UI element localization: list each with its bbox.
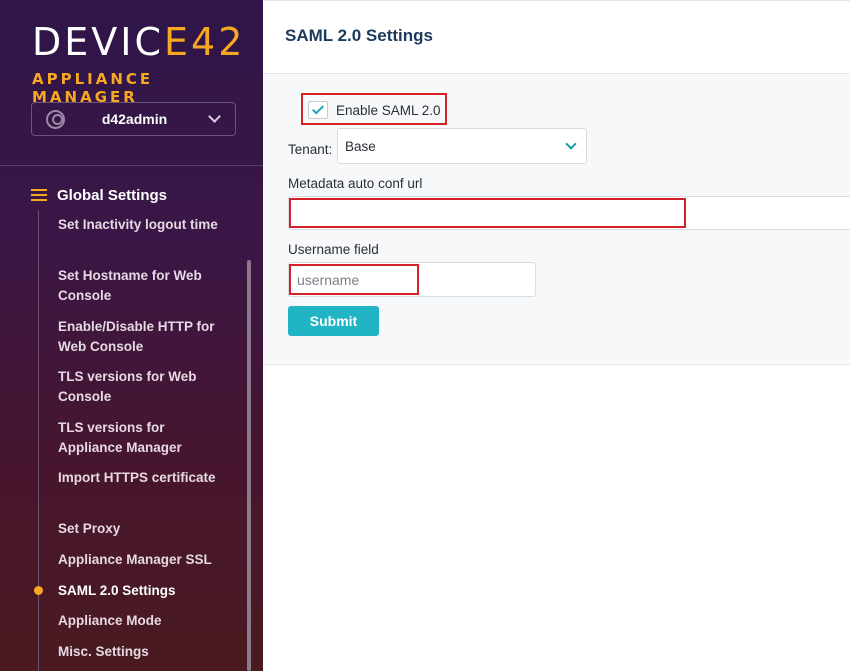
sidebar-item-set-proxy[interactable]: Set Proxy <box>58 519 218 539</box>
device42-logo: DEVICE42 <box>32 20 246 64</box>
enable-saml-checkbox[interactable] <box>308 101 328 119</box>
enable-saml-label: Enable SAML 2.0 <box>336 103 441 118</box>
chevron-down-icon <box>565 138 577 150</box>
page-title: SAML 2.0 Settings <box>285 26 433 45</box>
sidebar: DEVICE42 APPLIANCE MANAGER d42admin Glob… <box>0 0 263 671</box>
highlight-username-field <box>289 264 419 295</box>
sidebar-item-appliance-mode[interactable]: Appliance Mode <box>58 611 218 631</box>
sidebar-section-global-settings[interactable]: Global Settings <box>31 186 167 204</box>
metadata-url-label: Metadata auto conf url <box>288 176 423 191</box>
sidebar-item-misc-settings[interactable]: Misc. Settings <box>58 642 218 662</box>
sidebar-item-saml-settings[interactable]: SAML 2.0 Settings <box>58 581 218 601</box>
active-indicator-dot <box>34 586 43 595</box>
user-menu[interactable]: d42admin <box>31 102 236 136</box>
sidebar-scrollbar[interactable] <box>247 260 251 671</box>
tree-line <box>38 210 39 671</box>
page-header: SAML 2.0 Settings <box>263 0 850 74</box>
sidebar-item-set-hostname[interactable]: Set Hostname for Web Console <box>58 266 218 306</box>
sidebar-divider <box>0 165 263 166</box>
tenant-select[interactable]: Base <box>337 128 587 164</box>
sidebar-item-import-https[interactable]: Import HTTPS certificate <box>58 468 218 488</box>
sidebar-item-enable-http[interactable]: Enable/Disable HTTP for Web Console <box>58 317 218 357</box>
username-field-label: Username field <box>288 242 379 257</box>
highlight-metadata-url <box>289 198 686 228</box>
tenant-value: Base <box>345 139 376 154</box>
username-label: d42admin <box>101 111 168 127</box>
sliders-icon <box>31 188 47 202</box>
sidebar-item-tls-appliance-manager[interactable]: TLS versions for Appliance Manager <box>58 418 218 458</box>
sidebar-item-tls-web-console[interactable]: TLS versions for Web Console <box>58 367 218 407</box>
checkmark-icon <box>311 102 325 115</box>
tenant-label: Tenant: <box>288 142 333 157</box>
submit-button[interactable]: Submit <box>288 306 379 336</box>
sidebar-item-inactivity-logout[interactable]: Set Inactivity logout time <box>58 215 218 235</box>
app-subtitle: APPLIANCE MANAGER <box>32 70 154 106</box>
section-title: Global Settings <box>57 186 168 204</box>
sidebar-item-appliance-manager-ssl[interactable]: Appliance Manager SSL <box>58 550 218 570</box>
